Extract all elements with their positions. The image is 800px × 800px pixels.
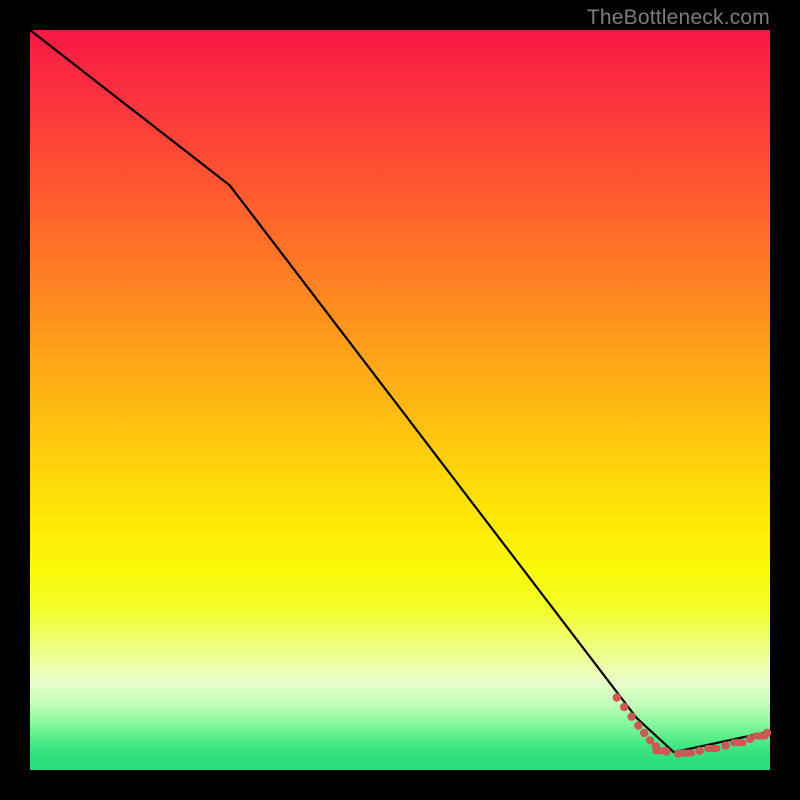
- data-point: [721, 741, 729, 749]
- data-point: [640, 729, 648, 737]
- data-dash: [730, 739, 746, 746]
- data-point: [696, 747, 704, 755]
- data-dash: [704, 745, 720, 752]
- data-point: [627, 713, 635, 721]
- data-dash: [679, 750, 695, 757]
- data-point: [620, 703, 628, 711]
- data-point: [613, 693, 621, 701]
- data-dash: [653, 747, 669, 754]
- chart-stage: TheBottleneck.com: [0, 0, 800, 800]
- bottleneck-curve: [30, 30, 770, 752]
- data-dash: [752, 733, 768, 740]
- data-point: [634, 721, 642, 729]
- watermark-text: TheBottleneck.com: [587, 6, 770, 30]
- chart-overlay: [30, 30, 770, 770]
